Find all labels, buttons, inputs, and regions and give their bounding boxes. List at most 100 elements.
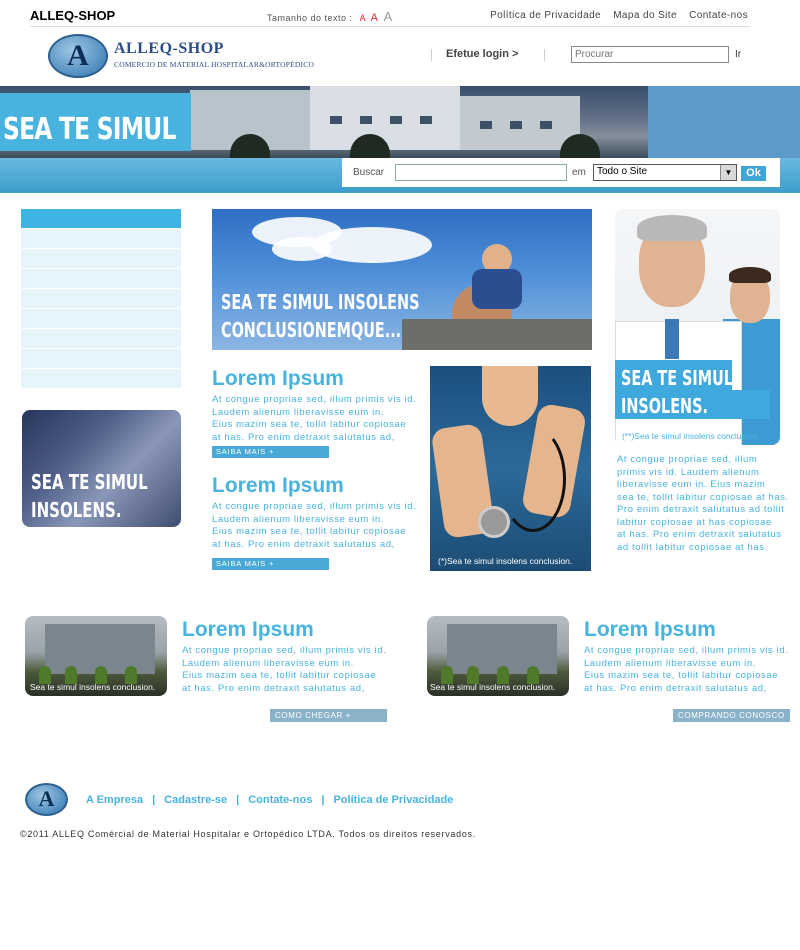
search-scope-value: Todo o Site xyxy=(597,166,648,177)
brand-name: ALLEQ-SHOP xyxy=(30,8,116,23)
divider xyxy=(431,49,432,61)
right-line: liberavisse eum in. Eius mazim xyxy=(617,479,766,490)
right-line: labitur copiosae at has copiosae xyxy=(617,516,772,528)
text-size-label: Tamanho do texto : xyxy=(267,13,353,23)
block-line: Eius mazim sea te, tollit labitur copios… xyxy=(212,419,407,430)
block-body: At congue propriae sed, illum primis vis… xyxy=(212,394,416,444)
logo-emblem[interactable]: A xyxy=(48,34,108,78)
footer-separator: | xyxy=(236,794,240,806)
block-line: Laudem alienum liberavisse eum in. xyxy=(212,513,384,525)
menu-item[interactable] xyxy=(21,309,181,329)
doctors-line: SEA TE SIMUL xyxy=(621,366,733,390)
text-size-medium[interactable]: A xyxy=(371,12,379,24)
block-line: Eius mazim sea te, tollit labitur copios… xyxy=(212,526,407,537)
logo-subtitle: COMERCIO DE MATERIAL HOSPITALAR&ORTOPÉDI… xyxy=(114,60,315,69)
nurse-caption: (*)Sea te simul insolens conclusion. xyxy=(438,556,573,566)
footer-logo-letter: A xyxy=(38,786,55,811)
saiba-mais-button[interactable]: SAIBA MAIS + xyxy=(212,446,329,458)
login-link[interactable]: Efetue login > xyxy=(446,48,518,60)
menu-item[interactable] xyxy=(21,269,181,289)
doctors-caption: (**)Sea te simul insolens conclusion. xyxy=(622,431,760,441)
footer-logo[interactable]: A xyxy=(25,783,68,816)
menu-item[interactable] xyxy=(21,249,181,269)
comprando-conosco-button[interactable]: COMPRANDO CONOSCO + xyxy=(673,709,790,733)
copyright: ©2011 ALLEQ Comércial de Material Hospit… xyxy=(20,829,476,839)
menu-header xyxy=(21,209,181,228)
block-line: at has. Pro enim detraxit salutatus ad, xyxy=(182,682,365,694)
search-scope-select[interactable]: Todo o Site ▼ xyxy=(593,164,737,181)
thumbnail-caption: Sea te simul insolens conclusion. xyxy=(30,682,156,692)
menu-item[interactable] xyxy=(21,289,181,309)
hero-headline: SEA TE SIMUL INSOLENS CONCLUSIONEMQUE... xyxy=(221,288,419,344)
promo-line: INSOLENS. xyxy=(31,498,122,522)
doctors-line: INSOLENS. xyxy=(621,394,708,418)
block-line: At congue propriae sed, illum primis vis… xyxy=(212,501,417,512)
search-go-button[interactable]: Ir xyxy=(735,49,741,60)
block-title: Lorem Ipsum xyxy=(584,618,716,641)
chevron-down-icon[interactable]: ▼ xyxy=(720,165,736,180)
search-ok-button[interactable]: Ok xyxy=(741,166,766,181)
menu-item[interactable] xyxy=(21,349,181,369)
text-size-control: Tamanho do texto : A A A xyxy=(267,9,393,24)
banner-right-panel xyxy=(648,86,800,158)
header-divider xyxy=(30,26,750,27)
block-title: Lorem Ipsum xyxy=(182,618,314,641)
footer-link-cadastre[interactable]: Cadastre-se xyxy=(164,794,227,806)
como-chegar-button[interactable]: COMO CHEGAR + xyxy=(270,709,387,722)
doctors-headline: SEA TE SIMUL INSOLENS. xyxy=(621,364,733,420)
search-scope-label: em xyxy=(572,167,586,178)
block-title: Lorem Ipsum xyxy=(212,474,344,497)
block-line: at has. Pro enim detraxit salutatus ad, xyxy=(584,682,767,694)
hero-line: CONCLUSIONEMQUE... xyxy=(221,318,402,342)
menu-item[interactable] xyxy=(21,329,181,349)
contact-link[interactable]: Contate-nos xyxy=(689,10,748,21)
nurse-image[interactable] xyxy=(430,366,591,571)
site-search-input[interactable] xyxy=(395,164,567,181)
block-body: At congue propriae sed, illum primis vis… xyxy=(182,645,386,695)
thumbnail-caption: Sea te simul insolens conclusion. xyxy=(430,682,556,692)
logo-name[interactable]: ALLEQ-SHOP xyxy=(114,40,224,58)
block-line: Laudem alienum liberavisse eum in. xyxy=(584,657,756,669)
right-line: At congue propriae sed, illum xyxy=(617,454,758,465)
block-line: Laudem alienum liberavisse eum in. xyxy=(212,406,384,418)
footer-separator: | xyxy=(321,794,325,806)
saiba-mais-button[interactable]: SAIBA MAIS + xyxy=(212,558,329,570)
menu-item[interactable] xyxy=(21,229,181,249)
privacy-link[interactable]: Política de Privacidade xyxy=(490,10,601,21)
footer-link-empresa[interactable]: A Empresa xyxy=(86,794,143,806)
right-line: ad tollit labitur copiosae at has. xyxy=(617,541,768,553)
block-title: Lorem Ipsum xyxy=(212,367,344,390)
block-body: At congue propriae sed, illum primis vis… xyxy=(584,645,788,695)
right-line: sea te, tollit labitur copiosae at has. xyxy=(617,491,789,503)
surgeon-promo-text: SEA TE SIMUL INSOLENS. xyxy=(31,468,148,524)
footer-link-privacidade[interactable]: Política de Privacidade xyxy=(333,794,453,806)
right-line: at has. Pro enim detraxit salutatus xyxy=(617,529,782,540)
block-line: At congue propriae sed, illum primis vis… xyxy=(584,645,789,656)
right-column-text: At congue propriae sed, illum primis vis… xyxy=(617,454,789,554)
right-line: Pro enim detraxit salutatus ad tollit xyxy=(617,504,785,515)
banner-title: SEA TE SIMUL xyxy=(3,112,176,147)
block-line: Eius mazim sea te, tollit labitur copios… xyxy=(584,670,779,681)
text-size-large[interactable]: A xyxy=(383,9,392,24)
footer-links: A Empresa | Cadastre-se | Contate-nos | Políti… xyxy=(86,794,453,806)
block-line: Eius mazim sea te, tollit labitur copios… xyxy=(182,670,377,681)
text-size-small[interactable]: A xyxy=(360,13,366,23)
divider xyxy=(544,49,545,61)
block-line: at has. Pro enim detraxit salutatus ad, xyxy=(212,538,395,550)
block-line: At congue propriae sed, illum primis vis… xyxy=(212,394,417,405)
logo-letter: A xyxy=(67,39,89,72)
footer-link-contato[interactable]: Contate-nos xyxy=(248,794,312,806)
block-line: at has. Pro enim detraxit salutatus ad, xyxy=(212,431,395,443)
block-line: Laudem alienum liberavisse eum in. xyxy=(182,657,354,669)
footer-separator: | xyxy=(152,794,156,806)
menu-item[interactable] xyxy=(21,369,181,389)
block-body: At congue propriae sed, illum primis vis… xyxy=(212,501,416,551)
hero-line: SEA TE SIMUL INSOLENS xyxy=(221,290,420,314)
promo-line: SEA TE SIMUL xyxy=(31,470,148,494)
right-line: primis vis id. Laudem alienum xyxy=(617,466,760,478)
block-line: At congue propriae sed, illum primis vis… xyxy=(182,645,387,656)
search-label: Buscar xyxy=(353,167,385,178)
top-links: Política de Privacidade Mapa do Site Con… xyxy=(481,10,748,21)
search-input[interactable] xyxy=(571,46,729,63)
sitemap-link[interactable]: Mapa do Site xyxy=(613,10,677,21)
